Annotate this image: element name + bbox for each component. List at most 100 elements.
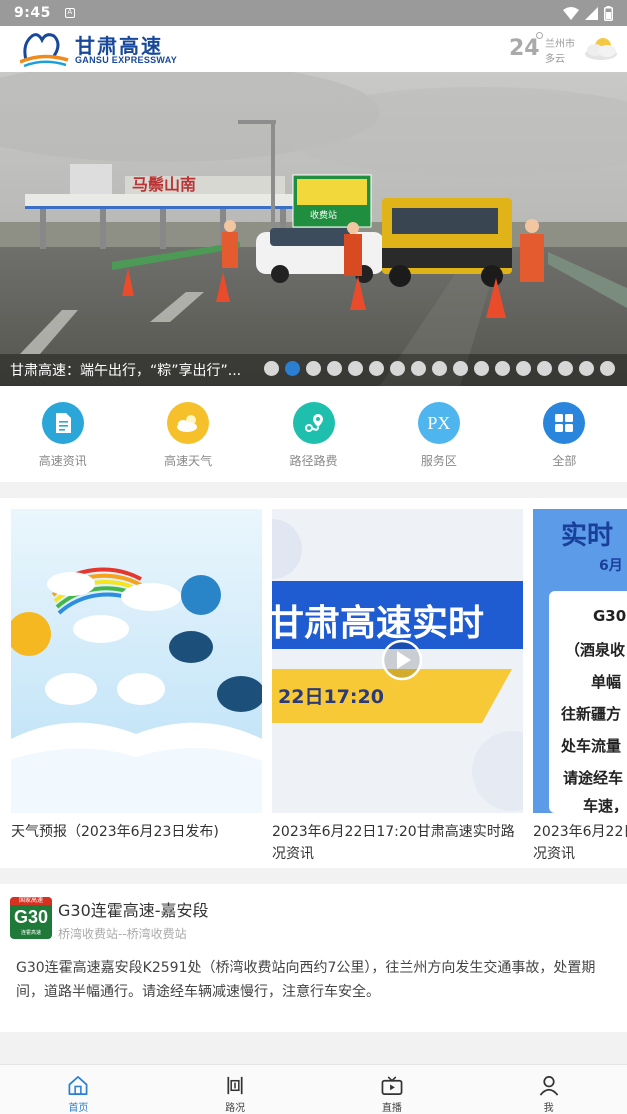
nav-label: 直播 (381, 1103, 402, 1114)
home-icon (68, 1076, 88, 1095)
banner-image: 马鬃山南 收费站 (0, 72, 627, 386)
incident-subtitle: 桥湾收费站--桥湾收费站 (58, 927, 187, 941)
nav-label: 首页 (68, 1103, 89, 1114)
status-icons (563, 5, 613, 21)
carousel-dot[interactable] (432, 361, 447, 376)
status-time: 9:45 (14, 5, 51, 21)
roadinfo-heading: 实时 (561, 521, 614, 551)
logo-text-en: GANSU EXPRESSWAY (75, 55, 177, 65)
roadinfo-line: 单幅 (591, 673, 622, 691)
roadinfo-line: 车速， (583, 797, 627, 813)
status-bar: 9:45 A (0, 0, 627, 26)
carousel-dot[interactable] (558, 361, 573, 376)
quick-menu-label: 路径路费 (289, 454, 338, 468)
wifi-icon (563, 6, 579, 20)
quick-menu-label: 服务区 (420, 454, 457, 468)
badge-top-text: 国家高速 (10, 897, 52, 905)
banner-caption: 甘肃高速：端午出行，“粽”享出行”... (10, 363, 242, 379)
quick-menu-label: 高速天气 (164, 454, 213, 468)
g30-highway-badge-icon: 国家高速 G30 连霍高速 (10, 897, 52, 939)
weather-icon (167, 402, 210, 444)
nav-label: 我 (543, 1103, 554, 1114)
degree-icon (536, 32, 543, 39)
card-caption: 2023年6月22日17:20甘肃高速实时路况资讯 (533, 824, 627, 862)
video-overlay-title: 甘肃高速实时 (272, 603, 484, 644)
carousel-dot[interactable] (537, 361, 552, 376)
weather-city: 兰州市 (545, 39, 575, 50)
carousel-dot[interactable] (327, 361, 342, 376)
badge-bottom-text: 连霍高速 (20, 930, 41, 936)
carousel-dot[interactable] (369, 361, 384, 376)
carousel-dot[interactable] (411, 361, 426, 376)
card-image-roadinfo: 实时 6月 G30 （酒泉收 单幅 往新疆方 处车流量 请途经车 车速， (533, 509, 627, 813)
quick-menu-weather[interactable]: 高速天气 (125, 386, 250, 482)
nav-profile[interactable]: 我 (470, 1065, 627, 1114)
card-caption: 2023年6月22日17:20甘肃高速实时路况资讯 (272, 824, 515, 862)
nav-road-status[interactable]: 路况 (157, 1065, 314, 1114)
roadinfo-line: G30 (593, 607, 627, 625)
toll-station-sign: 马鬃山南 (132, 175, 196, 194)
tv-icon (381, 1076, 403, 1095)
quick-menu: 高速资讯 高速天气 路径路费 PX 服务区 全部 (0, 386, 627, 482)
carousel-dots[interactable] (264, 361, 615, 376)
card-image-weather (11, 509, 262, 813)
px-icon: PX (417, 402, 460, 444)
carousel-dot[interactable] (306, 361, 321, 376)
weather-widget[interactable]: 24 兰州市 多云 (509, 30, 621, 68)
carousel-dot[interactable] (264, 361, 279, 376)
document-icon (41, 402, 84, 444)
carousel-dot[interactable] (516, 361, 531, 376)
banner-carousel[interactable]: 马鬃山南 收费站 甘肃高速：端午出行，“粽”享出行”... (0, 72, 627, 386)
quick-menu-route[interactable]: 路径路费 (251, 386, 376, 482)
carousel-dot[interactable] (390, 361, 405, 376)
gansu-expressway-logo: 甘肃高速 GANSU EXPRESSWAY (20, 30, 220, 68)
bottom-navigation: 首页 路况 直播 我 (0, 1064, 627, 1114)
app-header: 甘肃高速 GANSU EXPRESSWAY 24 兰州市 多云 (0, 26, 627, 72)
carousel-dot[interactable] (579, 361, 594, 376)
carousel-dot[interactable] (285, 361, 300, 376)
card-caption: 天气预报（2023年6月23日发布) (11, 824, 219, 840)
carousel-dot[interactable] (495, 361, 510, 376)
roadinfo-line: 往新疆方 (561, 705, 622, 723)
news-card[interactable]: 甘肃高速实时 22日17:20 2023年6月22日17:20甘肃高速实时路况资… (272, 509, 523, 865)
user-icon (539, 1076, 558, 1096)
incident-title: G30连霍高速-嘉安段 (58, 901, 209, 920)
plaza-sign: 收费站 (310, 209, 337, 221)
video-overlay-time: 22日17:20 (278, 686, 384, 708)
quick-menu-news[interactable]: 高速资讯 (0, 386, 125, 482)
notification-icon: A (64, 8, 75, 18)
card-image-video: 甘肃高速实时 22日17:20 (272, 509, 523, 813)
weather-temperature: 24 (509, 36, 540, 61)
road-icon (227, 1076, 243, 1095)
signal-icon (585, 6, 598, 20)
traffic-incident-card[interactable]: 国家高速 G30 连霍高速 G30连霍高速-嘉安段 桥湾收费站--桥湾收费站 G… (0, 884, 627, 1032)
carousel-dot[interactable] (348, 361, 363, 376)
carousel-dot[interactable] (474, 361, 489, 376)
news-cards: 天气预报（2023年6月23日发布) 甘肃高速实时 22日17:20 2023年… (0, 498, 627, 868)
route-icon (292, 402, 335, 444)
roadinfo-line: （酒泉收 (565, 641, 626, 659)
weather-condition: 多云 (545, 54, 565, 65)
logo-mark-icon (20, 33, 69, 68)
news-card[interactable]: 天气预报（2023年6月23日发布) (11, 509, 262, 843)
quick-menu-service-area[interactable]: PX 服务区 (376, 386, 501, 482)
carousel-dot[interactable] (453, 361, 468, 376)
nav-home[interactable]: 首页 (0, 1065, 157, 1114)
quick-menu-label: 高速资讯 (38, 454, 87, 468)
badge-number: G30 (13, 907, 49, 927)
incident-description: G30连霍高速嘉安段K2591处（桥湾收费站向西约7公里），往兰州方向发生交通事… (16, 960, 596, 1000)
banner-caption-bar: 甘肃高速：端午出行，“粽”享出行”... (0, 354, 627, 386)
news-card[interactable]: 实时 6月 G30 （酒泉收 单幅 往新疆方 处车流量 请途经车 车速， 202… (533, 509, 627, 865)
quick-menu-all[interactable]: 全部 (502, 386, 627, 482)
nav-live[interactable]: 直播 (314, 1065, 471, 1114)
quick-menu-label: 全部 (552, 454, 577, 468)
battery-icon (604, 5, 613, 21)
roadinfo-line: 处车流量 (561, 737, 622, 755)
roadinfo-line: 请途经车 (563, 769, 624, 787)
roadinfo-date: 6月 (599, 558, 623, 574)
nav-label: 路况 (225, 1103, 246, 1114)
partly-cloudy-icon (585, 38, 617, 60)
grid-icon (543, 402, 586, 444)
carousel-dot[interactable] (600, 361, 615, 376)
play-button-icon[interactable] (381, 639, 423, 681)
